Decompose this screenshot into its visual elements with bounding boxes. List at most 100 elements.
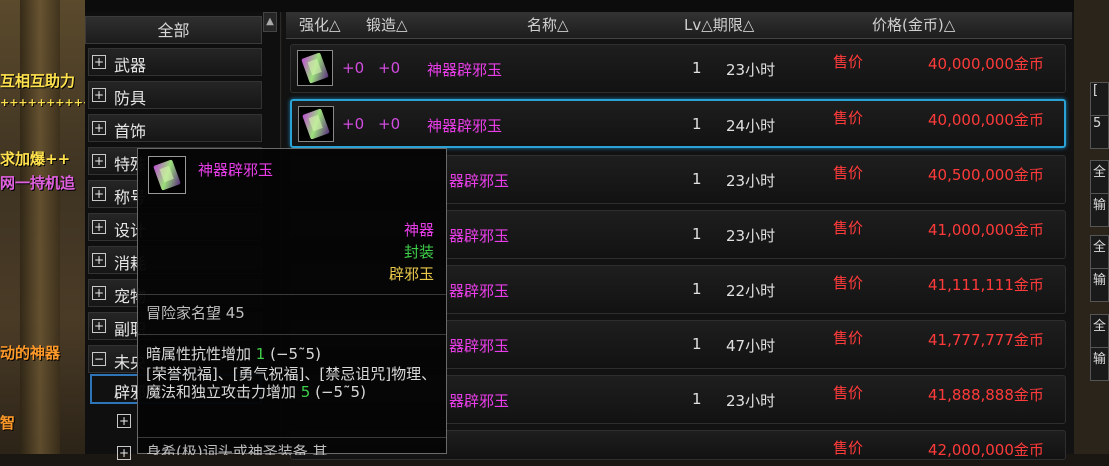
collapse-minus-icon: − [92,352,106,366]
item-name: 神器辟邪玉 [427,117,503,135]
tooltip-type: 辟邪玉 [388,265,434,283]
talisman-item-icon [297,50,333,86]
enhance-value: +0 [342,59,365,77]
bg-chat-text: 动的神器 [0,344,61,362]
expand-plus-icon: + [92,220,106,234]
item-name: 器辟邪玉 [449,172,510,190]
tooltip-stat-dark-resist: 暗属性抗性增加 1 (−5˜5) [146,345,441,363]
sell-label: 售价 [833,329,864,347]
sell-label: 售价 [833,53,864,71]
category-armor[interactable]: + 防具 [88,81,262,109]
header-enhance[interactable]: 强化△ [299,12,341,38]
item-duration: 23小时 [726,227,776,245]
item-price: 42,000,000金币 [928,441,1044,459]
item-price: 40,500,000金币 [928,166,1044,184]
talisman-item-icon [148,156,186,194]
stat-value: 5 [300,383,311,401]
header-name[interactable]: 名称△ [527,12,569,38]
item-price: 41,888,888金币 [928,386,1044,404]
header-price[interactable]: 价格(金币)△ [872,12,955,38]
item-price: 41,000,000金币 [928,221,1044,239]
item-duration: 23小时 [726,61,776,79]
item-level: 1 [692,390,702,408]
item-price: 41,111,111金币 [928,276,1044,294]
right-panel-tab[interactable]: [ [1090,82,1109,116]
item-price: 40,000,000金币 [928,55,1044,73]
header-forge[interactable]: 锻造△ [366,12,408,38]
item-duration: 47小时 [726,337,776,355]
item-level: 1 [692,225,702,243]
category-weapon[interactable]: + 武器 [88,48,262,76]
item-level: 1 [692,280,702,298]
sell-label: 售价 [833,109,864,127]
sell-label: 售价 [833,274,864,292]
item-name: 器辟邪玉 [449,227,510,245]
tooltip-stat-attack: [荣誉祝福]、[勇气祝福]、[禁忌诅咒]物理、魔法和独立攻击力增加 5 (−5˜… [146,365,441,401]
right-panel-tab[interactable]: 全 [1090,235,1109,269]
forge-value: +0 [378,59,401,77]
sell-label: 售价 [833,219,864,237]
expand-plus-icon: + [117,446,131,460]
item-duration: 24小时 [726,117,776,135]
right-panel-tab[interactable]: 输 [1090,268,1109,302]
tooltip-divider [138,294,446,295]
table-row[interactable]: +0 +0 神器辟邪玉 1 23小时 售价 40,000,000金币 [290,44,1066,93]
bg-chat-text: 网一持机追 [0,174,76,192]
scroll-up-arrow-icon[interactable]: ▲ [263,12,277,32]
item-duration: 23小时 [726,392,776,410]
category-label: 武器 [114,56,147,75]
right-panel-tab[interactable]: 全 [1090,314,1109,348]
expand-plus-icon: + [92,319,106,333]
talisman-item-icon [298,106,334,142]
right-panel-tab[interactable]: 输 [1090,347,1109,381]
item-level: 1 [692,335,702,353]
tooltip-rarity: 神器 [403,221,434,239]
item-level: 1 [692,59,702,77]
expand-plus-icon: + [92,55,106,69]
item-name: 神器辟邪玉 [427,61,503,79]
item-duration: 23小时 [726,172,776,190]
category-accessory[interactable]: + 首饰 [88,114,262,142]
category-label: 首饰 [114,122,147,141]
item-price: 41,777,777金币 [928,331,1044,349]
tooltip-fame: 冒险家名望 45 [146,304,245,322]
tooltip-divider [138,334,446,335]
stat-range: (−5˜5) [265,345,321,363]
expand-plus-icon: + [92,253,106,267]
top-toolbar-strip [85,0,1109,12]
header-level-duration[interactable]: Lv△期限△ [684,12,754,38]
forge-value: +0 [378,115,401,133]
bg-chat-text: ++++++++++ [0,96,85,109]
bg-chat-text: 智 [0,414,16,432]
item-name: 器辟邪玉 [449,282,510,300]
category-label: 防具 [114,89,147,108]
bg-chat-text: 求加爆++ [0,150,71,168]
stat-label: [荣誉祝福]、[勇气祝福]、[禁忌诅咒]物理、魔法和独立攻击力增加 [146,365,437,401]
sell-label: 售价 [833,164,864,182]
tooltip-divider [138,437,446,438]
expand-plus-icon: + [117,414,131,428]
stat-range: (−5˜5) [310,383,366,401]
game-background: 互相互助力 ++++++++++ 求加爆++ 网一持机追 动的神器 智 [0,0,85,454]
item-tooltip: 神器辟邪玉 神器 封装 辟邪玉 冒险家名望 45 暗属性抗性增加 1 (−5˜5… [137,148,447,455]
right-side-panel: [ 5 全 输 全 输 全 输 [1074,0,1109,454]
enhance-value: +0 [342,115,365,133]
tree-trunk [20,0,60,454]
tooltip-bind: 封装 [403,243,434,261]
right-panel-tab[interactable]: 5 [1090,115,1109,149]
sell-label: 售价 [833,384,864,402]
item-duration: 22小时 [726,282,776,300]
table-row-selected[interactable]: +0 +0 神器辟邪玉 1 24小时 售价 40,000,000金币 [290,99,1066,148]
category-all[interactable]: 全部 [85,16,262,44]
item-name: 器辟邪玉 [449,337,510,355]
sell-label: 售价 [833,439,864,457]
stat-value: 1 [255,345,266,363]
expand-plus-icon: + [92,187,106,201]
right-panel-tab[interactable]: 全 [1090,160,1109,194]
item-level: 1 [692,115,702,133]
expand-plus-icon: + [92,121,106,135]
bg-chat-text: 互相互助力 [0,72,76,90]
item-price: 40,000,000金币 [928,111,1044,129]
right-panel-tab[interactable]: 输 [1090,193,1109,227]
tooltip-footer: 身希(极)词头或神圣装备 其 [146,443,328,455]
